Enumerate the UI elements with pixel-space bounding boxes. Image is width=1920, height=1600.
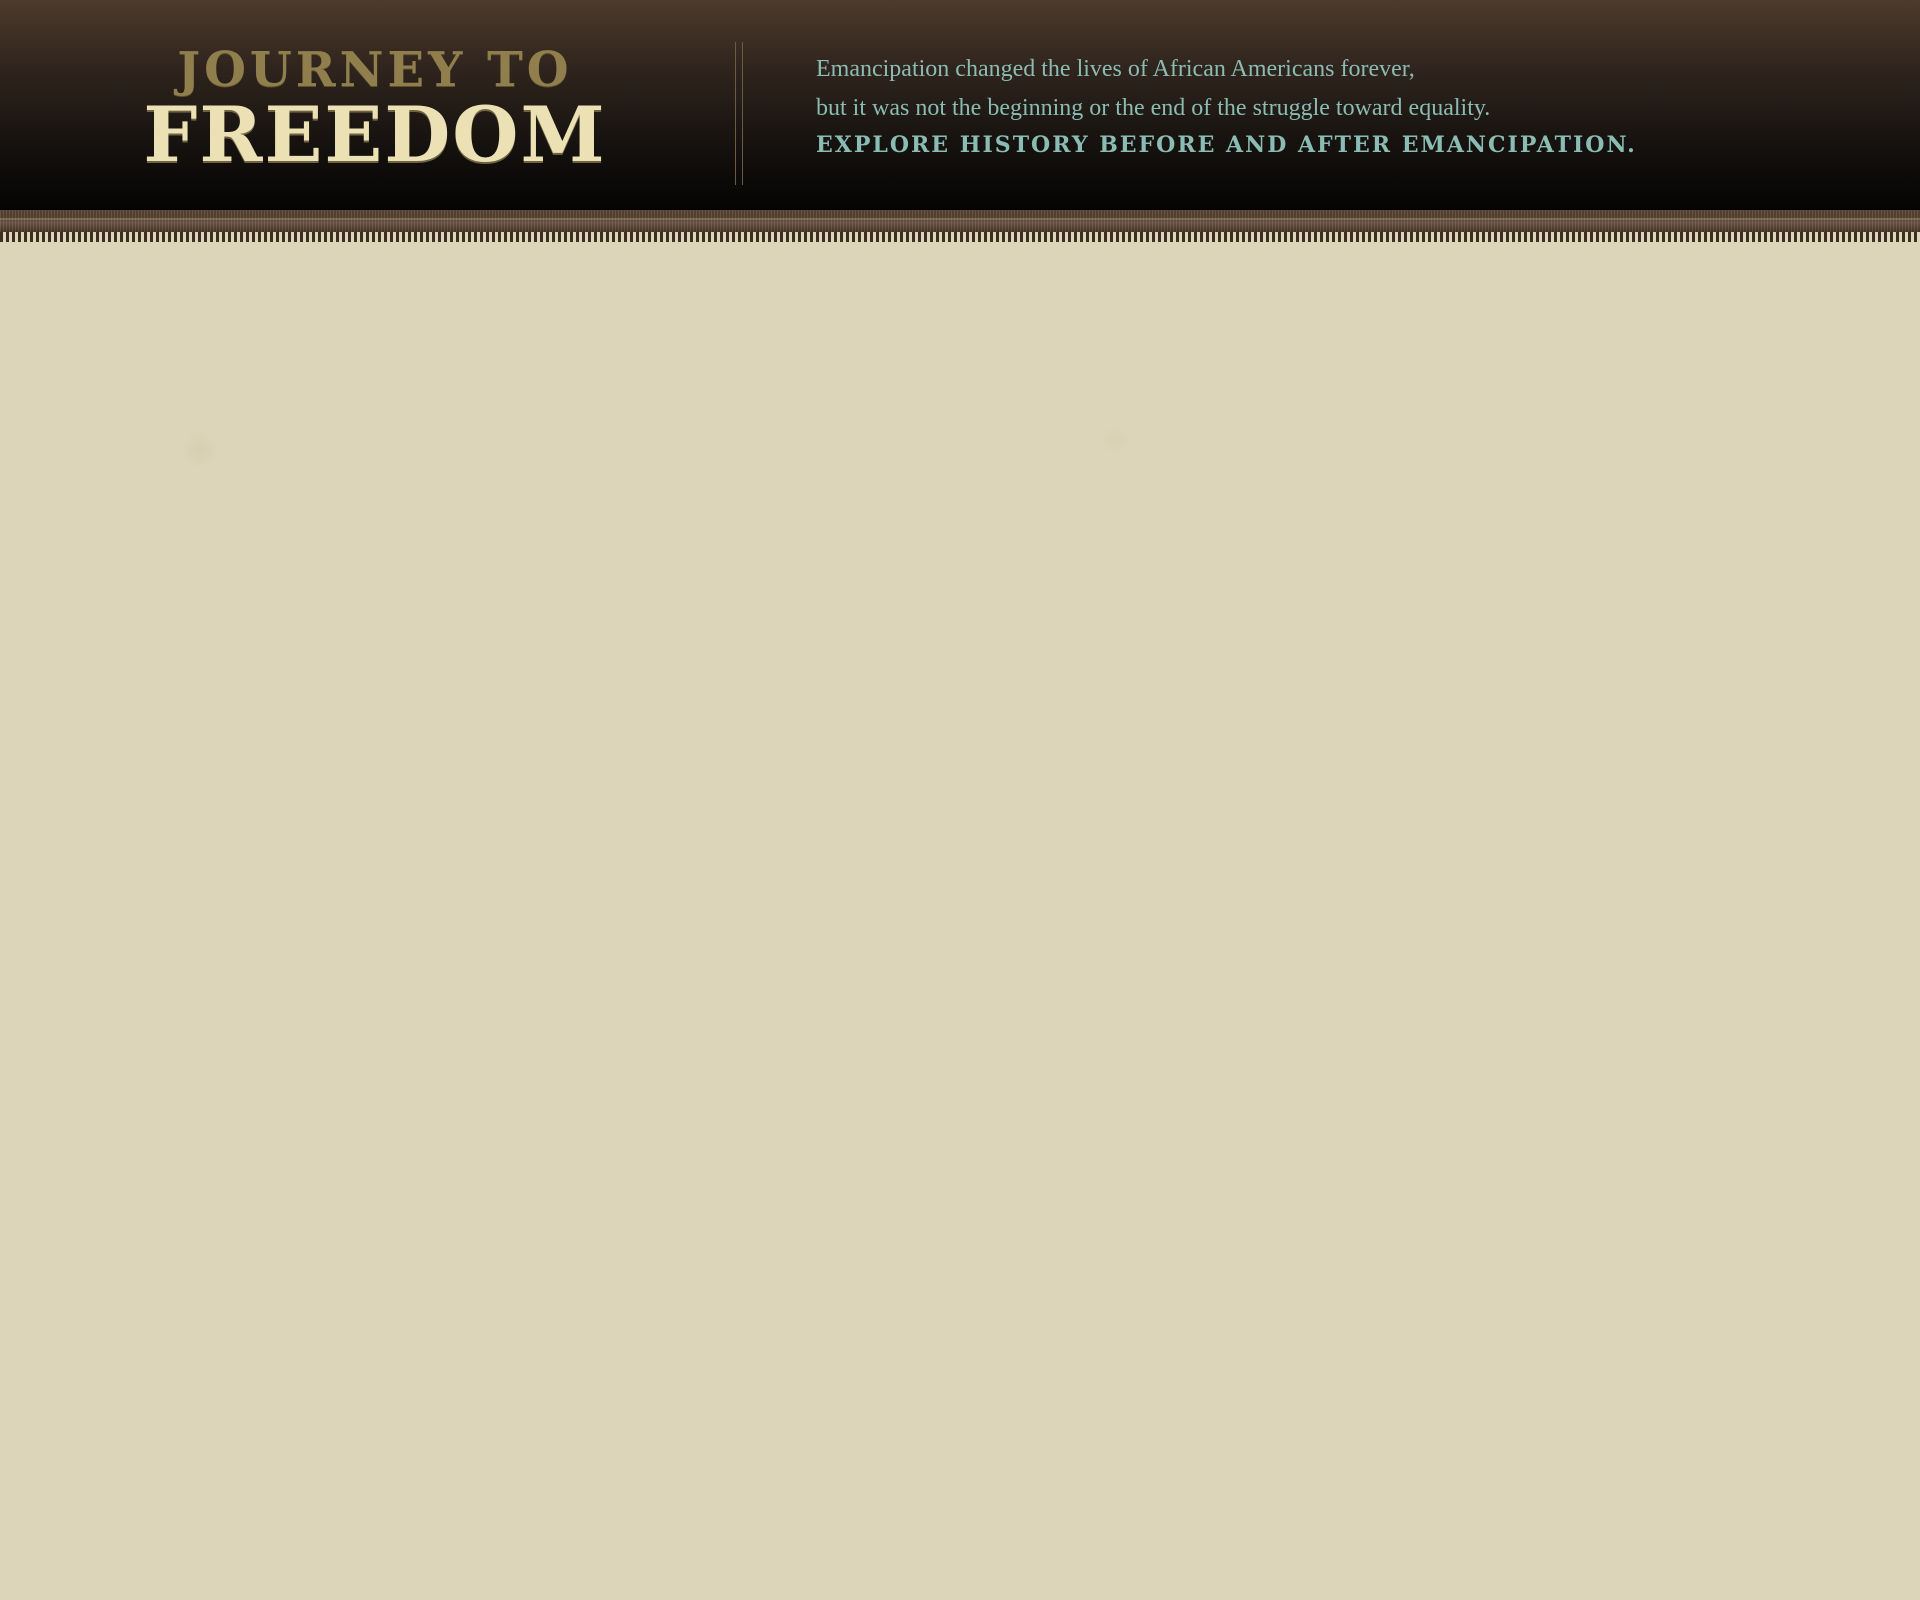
intro-line-2: but it was not the beginning or the end … — [816, 95, 1491, 121]
site-logo[interactable]: JOURNEY TO FREEDOM — [80, 42, 670, 174]
intro-line-1: Emancipation changed the lives of Africa… — [816, 56, 1415, 82]
content-area — [0, 244, 1920, 1600]
intro-copy: Emancipation changed the lives of Africa… — [816, 50, 1856, 160]
site-header: JOURNEY TO FREEDOM Emancipation changed … — [0, 0, 1920, 210]
intro-call-to-action: EXPLORE HISTORY BEFORE AND AFTER EMANCIP… — [816, 132, 1637, 158]
page: JOURNEY TO FREEDOM Emancipation changed … — [0, 0, 1920, 1600]
decorative-trim — [0, 210, 1920, 244]
logo-line-main: FREEDOM — [143, 90, 607, 179]
trim-band — [0, 210, 1920, 232]
trim-stitch-line — [0, 218, 1920, 220]
trim-fringe — [0, 232, 1920, 242]
header-divider — [735, 42, 743, 185]
